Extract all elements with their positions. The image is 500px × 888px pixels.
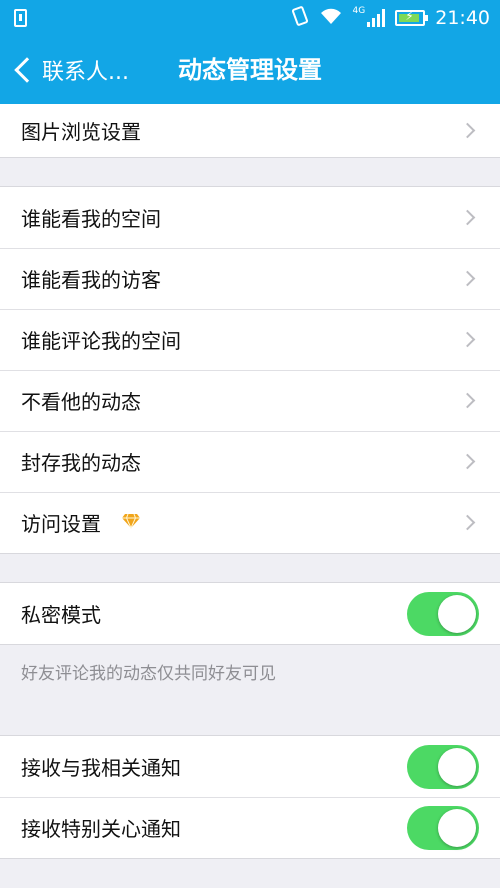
settings-row-access-settings[interactable]: 访问设置 — [0, 492, 500, 553]
row-label: 谁能看我的空间 — [21, 207, 161, 231]
settings-group-browse: 图片浏览设置 — [0, 104, 500, 158]
settings-row-who-can-comment[interactable]: 谁能评论我的空间 — [0, 309, 500, 370]
settings-group-privacy: 谁能看我的空间 谁能看我的访客 谁能评论我的空间 不看他的动态 封存我的动态 访… — [0, 186, 500, 554]
row-label: 封存我的动态 — [21, 451, 141, 475]
row-label: 访问设置 — [21, 512, 101, 536]
settings-row-related-notifications: 接收与我相关通知 — [0, 736, 500, 797]
row-label: 接收与我相关通知 — [21, 756, 181, 780]
settings-group-notifications: 接收与我相关通知 接收特别关心通知 — [0, 735, 500, 859]
status-bar: 4G ⚡ 21:40 — [0, 0, 500, 36]
battery-icon: ⚡ — [395, 9, 429, 26]
settings-row-who-can-see-visitors[interactable]: 谁能看我的访客 — [0, 248, 500, 309]
nav-bar: 动态管理设置 联系人... — [0, 36, 500, 104]
back-button[interactable]: 联系人... — [12, 36, 129, 104]
chevron-right-icon — [459, 209, 476, 226]
settings-row-who-can-see-space[interactable]: 谁能看我的空间 — [0, 187, 500, 248]
settings-list: 图片浏览设置 谁能看我的空间 谁能看我的访客 谁能评论我的空间 不看他的动态 封… — [0, 104, 500, 859]
private-mode-toggle[interactable] — [407, 591, 479, 636]
settings-row-private-mode: 私密模式 — [0, 583, 500, 644]
chevron-right-icon — [459, 270, 476, 287]
network-type-label: 4G — [352, 6, 366, 16]
wifi-icon — [319, 7, 343, 30]
toggle-knob — [438, 594, 476, 633]
row-label: 图片浏览设置 — [21, 120, 141, 144]
row-label: 谁能评论我的空间 — [21, 329, 181, 353]
related-notifications-toggle[interactable] — [407, 744, 479, 789]
charging-icon: ⚡ — [405, 9, 414, 23]
row-label: 不看他的动态 — [21, 390, 141, 414]
sim-icon — [14, 9, 27, 27]
settings-row-special-care-notifications: 接收特别关心通知 — [0, 797, 500, 858]
toggle-knob — [438, 747, 476, 786]
chevron-right-icon — [459, 392, 476, 409]
row-label: 接收特别关心通知 — [21, 817, 181, 841]
chevron-right-icon — [459, 514, 476, 531]
settings-row-archive-feed[interactable]: 封存我的动态 — [0, 431, 500, 492]
settings-row-image-browse[interactable]: 图片浏览设置 — [0, 104, 500, 157]
chevron-right-icon — [459, 453, 476, 470]
settings-group-private-mode: 私密模式 — [0, 582, 500, 645]
chevron-right-icon — [459, 122, 476, 139]
toggle-knob — [438, 808, 476, 847]
vip-diamond-icon — [121, 513, 141, 533]
vibrate-icon — [291, 5, 309, 31]
private-mode-description: 好友评论我的动态仅共同好友可见 — [21, 664, 276, 684]
chevron-left-icon — [14, 57, 40, 83]
clock: 21:40 — [435, 7, 490, 29]
signal-icon — [367, 9, 386, 27]
row-label: 谁能看我的访客 — [21, 268, 161, 292]
special-care-notifications-toggle[interactable] — [407, 805, 479, 850]
row-label: 私密模式 — [21, 603, 101, 627]
settings-row-hide-their-feed[interactable]: 不看他的动态 — [0, 370, 500, 431]
chevron-right-icon — [459, 331, 476, 348]
back-label: 联系人... — [42, 60, 129, 85]
